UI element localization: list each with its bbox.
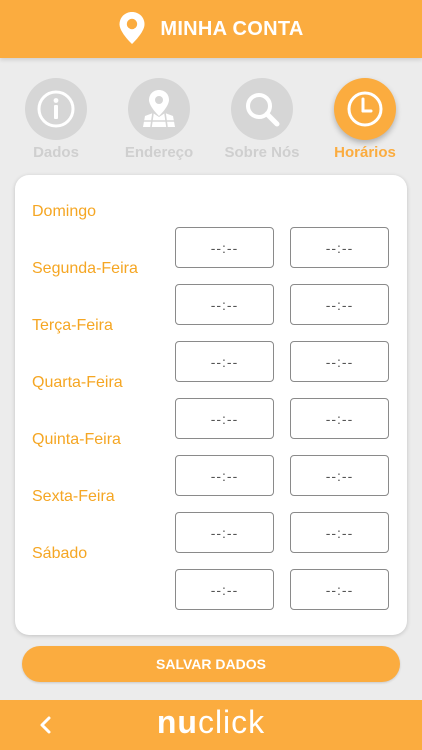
tab-label: Dados — [33, 144, 79, 161]
tab-sobre-nos[interactable]: Sobre Nós — [212, 78, 312, 161]
page-title: MINHA CONTA — [160, 17, 304, 40]
schedule-row-quarta: Quarta-Feira --:-- --:-- — [15, 374, 407, 439]
app-header: MINHA CONTA — [0, 0, 422, 58]
tab-label: Endereço — [124, 144, 194, 161]
location-pin-icon — [119, 12, 145, 44]
schedule-row-sabado: Sábado --:-- --:-- — [15, 545, 407, 610]
tab-label: Sobre Nós — [224, 144, 300, 161]
day-label: Sexta-Feira — [32, 488, 115, 505]
day-label: Sábado — [32, 545, 88, 562]
bottom-bar: nuclick — [0, 700, 422, 750]
day-label: Segunda-Feira — [32, 260, 138, 277]
opening-time-input[interactable]: --:-- — [175, 569, 274, 610]
tab-label: Horários — [334, 144, 396, 161]
search-icon — [246, 93, 280, 127]
day-label: Terça-Feira — [32, 317, 113, 334]
closing-time-input[interactable]: --:-- — [290, 569, 389, 610]
day-label: Quarta-Feira — [32, 374, 123, 391]
nuclick-logo: nuclick — [0, 704, 422, 741]
tab-endereco[interactable]: Endereço — [109, 78, 209, 161]
schedule-card: Domingo --:-- --:-- Segunda-Feira --:-- … — [15, 175, 407, 635]
schedule-row-domingo: Domingo --:-- --:-- — [15, 203, 407, 268]
info-icon — [37, 90, 75, 128]
tab-horarios[interactable]: Horários — [315, 78, 415, 161]
save-button[interactable]: SALVAR DADOS — [22, 646, 400, 682]
schedule-row-segunda: Segunda-Feira --:-- --:-- — [15, 260, 407, 325]
map-pin-icon — [143, 90, 175, 128]
day-label: Domingo — [32, 203, 97, 220]
schedule-row-quinta: Quinta-Feira --:-- --:-- — [15, 431, 407, 496]
profile-tabs: Dados Endereço Sobre Nós Horários — [0, 70, 422, 170]
schedule-row-terca: Terça-Feira --:-- --:-- — [15, 317, 407, 382]
tab-dados[interactable]: Dados — [6, 78, 106, 161]
schedule-row-sexta: Sexta-Feira --:-- --:-- — [15, 488, 407, 553]
logo-click: click — [197, 704, 266, 740]
logo-nu: nu — [156, 704, 198, 740]
day-label: Quinta-Feira — [32, 431, 121, 448]
clock-icon — [347, 91, 383, 127]
